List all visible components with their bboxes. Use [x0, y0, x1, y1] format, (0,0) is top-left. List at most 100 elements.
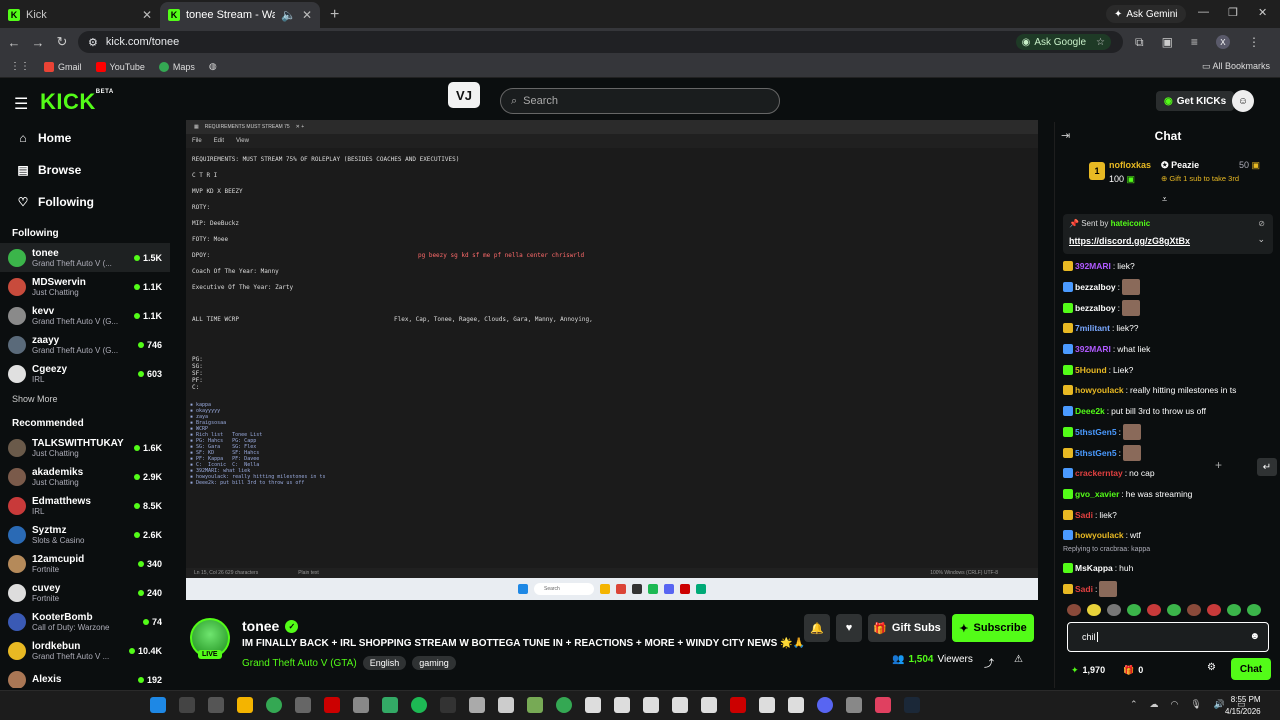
back-icon[interactable]: ← [2, 35, 26, 50]
chrome-icon[interactable] [266, 697, 282, 713]
sidebar-channel[interactable]: Syztmz Slots & Casino 2.6K [0, 520, 170, 549]
chat-message[interactable]: 5Hound: Liek? [1063, 359, 1277, 380]
chevron-up-icon[interactable]: ⌃ [1130, 699, 1138, 710]
chat-username[interactable]: crackerntay [1075, 468, 1123, 478]
app-icon[interactable] [324, 697, 340, 713]
minecraft-icon[interactable] [527, 697, 543, 713]
bookmark-maps[interactable]: Maps [158, 61, 195, 72]
app-icon[interactable] [498, 697, 514, 713]
bookmark-star-icon[interactable]: ☆ [1096, 37, 1105, 48]
chat-input[interactable]: chil ☻ [1067, 622, 1269, 652]
chat-message[interactable]: bezzalboy: [1063, 297, 1277, 318]
gift-subs-button[interactable]: 🎁 Gift Subs [868, 614, 946, 642]
sidebar-channel[interactable]: KooterBomb Call of Duty: Warzone 74 [0, 607, 170, 636]
share-icon[interactable]: ⤴ [984, 655, 994, 670]
ask-google-button[interactable]: ◉ Ask Google ☆ [1015, 34, 1111, 50]
app-icon[interactable] [643, 697, 659, 713]
steam-icon[interactable] [904, 697, 920, 713]
kicks-balance[interactable]: 1,970 [1083, 665, 1106, 675]
leader-name[interactable]: nofloxkas [1109, 160, 1151, 170]
browser-tab-kick[interactable]: K Kick ✕ [0, 2, 160, 28]
chat-message[interactable]: 7militant: liek?? [1063, 318, 1277, 339]
chat-message[interactable]: crackerntay: no cap [1063, 463, 1277, 484]
report-icon[interactable]: ⚠ [1014, 654, 1023, 665]
forward-icon[interactable]: → [26, 35, 50, 50]
emote-icon[interactable] [1227, 604, 1241, 616]
nav-following[interactable]: ♡ Following [0, 186, 170, 218]
chat-message[interactable]: Sadi: liek? [1063, 504, 1277, 525]
app-icon[interactable] [440, 697, 456, 713]
emote-icon[interactable] [1087, 604, 1101, 616]
extensions-icon[interactable]: ⧉ [1135, 35, 1144, 50]
pinned-by-user[interactable]: hateiconic [1111, 219, 1151, 228]
emoji-icon[interactable]: ☻ [1249, 631, 1260, 642]
get-kicks-button[interactable]: ◉ Get KICKs [1156, 91, 1235, 111]
chat-message[interactable]: 5thstGen5: [1063, 442, 1277, 463]
emote-icon[interactable] [1107, 604, 1121, 616]
chat-message[interactable]: bezzalboy: [1063, 277, 1277, 298]
nav-home[interactable]: ⌂ Home [0, 122, 170, 154]
leader-name[interactable]: Peazie [1171, 160, 1199, 170]
file-explorer-icon[interactable] [237, 697, 253, 713]
search-input[interactable]: ⌕ Search [500, 88, 780, 114]
search-icon[interactable] [179, 697, 195, 713]
stream-tag[interactable]: English [362, 656, 407, 670]
stream-category[interactable]: Grand Theft Auto V (GTA) [242, 658, 357, 669]
app-icon[interactable] [788, 697, 804, 713]
emote-icon[interactable] [1187, 604, 1201, 616]
video-player[interactable]: ▦ REQUIREMENTS MUST STREAM 75 ✕ + File E… [186, 120, 1038, 600]
sidebar-channel[interactable]: tonee Grand Theft Auto V (... 1.5K [0, 243, 170, 272]
app-icon[interactable] [585, 697, 601, 713]
chat-message[interactable]: gvo_xavier: he was streaming [1063, 484, 1277, 505]
emote-icon[interactable] [1207, 604, 1221, 616]
sidebar-channel[interactable]: MDSwervin Just Chatting 1.1K [0, 272, 170, 301]
sidebar-channel[interactable]: zaayy Grand Theft Auto V (G... 746 [0, 330, 170, 359]
show-more-button[interactable]: Show More [0, 388, 170, 408]
bookmark-gmail[interactable]: Gmail [44, 61, 82, 72]
chat-message[interactable]: howyoulack: wtf [1063, 525, 1277, 546]
menu-icon[interactable]: ☰ [14, 94, 28, 114]
sidebar-channel[interactable]: lordkebun Grand Theft Auto V ... 10.4K [0, 636, 170, 665]
chat-message[interactable]: 392MARI: liek? [1063, 256, 1277, 277]
app-icon[interactable] [469, 697, 485, 713]
chat-username[interactable]: 5Hound [1075, 365, 1107, 375]
settings-icon[interactable] [353, 697, 369, 713]
stream-tag[interactable]: gaming [412, 656, 456, 670]
reload-icon[interactable]: ↻ [50, 34, 74, 50]
chat-username[interactable]: Sadi [1075, 510, 1093, 520]
emote-icon[interactable] [1127, 604, 1141, 616]
expand-leaderboard-icon[interactable]: ⩡ [1162, 194, 1167, 205]
new-tab-button[interactable]: + [320, 6, 349, 28]
scroll-to-bottom-icon[interactable]: ↵ [1257, 458, 1277, 476]
url-bar[interactable]: ⚙ kick.com/tonee ◉ Ask Google ☆ [78, 31, 1123, 53]
browser-tab-tonee[interactable]: K tonee Stream - Watch Live 🔈 ✕ [160, 2, 320, 28]
bookmark-globe[interactable]: ◍ [209, 61, 217, 72]
windows-start-icon[interactable] [150, 697, 166, 713]
tiktok-icon[interactable] [875, 697, 891, 713]
chat-username[interactable]: 5thstGen5 [1075, 427, 1117, 437]
sidebar-channel[interactable]: kevv Grand Theft Auto V (G... 1.1K [0, 301, 170, 330]
sidebar-channel[interactable]: Cgeezy IRL 603 [0, 359, 170, 388]
app-icon[interactable] [846, 697, 862, 713]
discord-icon[interactable] [817, 697, 833, 713]
ask-gemini-button[interactable]: ✦ Ask Gemini [1106, 5, 1186, 23]
chat-username[interactable]: bezzalboy [1075, 282, 1116, 292]
streamer-name[interactable]: tonee [242, 618, 279, 634]
notification-bell-button[interactable]: 🔔 [804, 614, 830, 642]
nvidia-icon[interactable] [382, 697, 398, 713]
unpin-icon[interactable]: ⊘ [1258, 219, 1265, 228]
sidebar-channel[interactable]: 12amcupid Fortnite 340 [0, 549, 170, 578]
chat-username[interactable]: 7militant [1075, 323, 1110, 333]
close-window-icon[interactable]: ✕ [1258, 6, 1267, 19]
chat-username[interactable]: gvo_xavier [1075, 489, 1119, 499]
extension-logo-icon[interactable]: VJ [448, 82, 480, 108]
follow-heart-button[interactable]: ♥ [836, 614, 862, 642]
chat-username[interactable]: 392MARI [1075, 261, 1111, 271]
spotify-icon[interactable] [411, 697, 427, 713]
sidebar-channel[interactable]: Edmatthews IRL 8.5K [0, 491, 170, 520]
emote-icon[interactable] [1247, 604, 1261, 616]
nav-browse[interactable]: ▤ Browse [0, 154, 170, 186]
system-clock[interactable]: 8:55 PM 4/15/2026 [1225, 694, 1261, 718]
chat-username[interactable]: howyoulack [1075, 530, 1124, 540]
chat-message[interactable]: MsKappa: huh [1063, 558, 1277, 579]
